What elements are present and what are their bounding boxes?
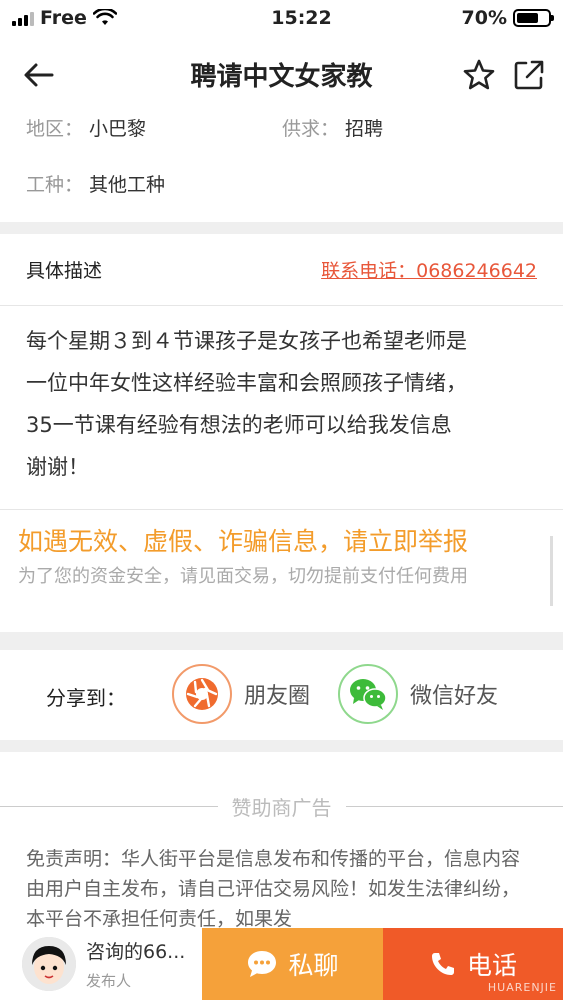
chat-bubble-icon xyxy=(248,951,277,977)
carrier-label: Free xyxy=(40,7,87,29)
share-wechat-button[interactable]: 微信好友 xyxy=(338,664,498,724)
status-right: 70% xyxy=(431,7,554,29)
status-time: 15:22 xyxy=(271,7,332,29)
publisher-name: 咨询的66... xyxy=(86,941,186,963)
disclaimer-text: 免责声明：华人街平台是信息发布和传播的平台，信息内容由用户自主发布，请自己评估交… xyxy=(26,848,521,928)
divider-line xyxy=(345,806,563,807)
publisher-text: 咨询的66... 发布人 xyxy=(86,937,185,991)
scroll-indicator xyxy=(550,536,553,606)
description-body: 每个星期３到４节课孩子是女孩子也希望老师是 一位中年女性这样经验丰富和会照顾孩子… xyxy=(0,306,563,510)
share-card: 分享到： 朋友圈 微信好友 xyxy=(0,650,563,740)
description-line: 35一节课有经验有想法的老师可以给我发信息 xyxy=(26,413,452,437)
share-label: 分享到： xyxy=(46,686,126,710)
moments-icon xyxy=(172,664,232,724)
report-warning[interactable]: 如遇无效、虚假、诈骗信息，请立即举报 为了您的资金安全，请见面交易，切勿提前支付… xyxy=(0,510,563,606)
phone-icon xyxy=(431,953,454,975)
star-icon[interactable] xyxy=(462,58,496,92)
info-card: 地区： 小巴黎 供求： 招聘 工种： 其他工种 xyxy=(0,112,563,222)
description-card: 具体描述 联系电话：0686246642 每个星期３到４节课孩子是女孩子也希望老… xyxy=(0,234,563,632)
publisher-info[interactable]: 咨询的66... 发布人 xyxy=(0,928,202,1000)
phone-call-label: 电话 xyxy=(466,951,517,980)
battery-icon xyxy=(513,9,554,27)
wechat-icon xyxy=(338,664,398,724)
wifi-icon xyxy=(92,9,117,25)
sponsor-label: 赞助商广告 xyxy=(231,796,332,820)
publisher-role: 发布人 xyxy=(86,972,132,990)
bottom-action-bar: 咨询的66... 发布人 私聊 电话 HUARENJIE xyxy=(0,928,563,1000)
description-header: 具体描述 联系电话：0686246642 xyxy=(0,234,563,306)
share-moments-button[interactable]: 朋友圈 xyxy=(172,664,310,724)
region-row: 地区： 小巴黎 xyxy=(26,114,146,141)
contact-phone-link[interactable]: 联系电话：0686246642 xyxy=(321,256,537,283)
private-chat-button[interactable]: 私聊 xyxy=(202,928,383,1000)
battery-percent: 70% xyxy=(461,7,507,29)
region-value: 小巴黎 xyxy=(89,118,147,140)
description-line: 每个星期３到４节课孩子是女孩子也希望老师是 xyxy=(26,329,467,353)
status-left: Free xyxy=(12,7,212,29)
share-out-icon[interactable] xyxy=(512,58,546,92)
nav-bar: 聘请中文女家教 xyxy=(0,36,563,112)
type-row: 工种： 其他工种 xyxy=(26,170,165,197)
sponsor-divider: 赞助商广告 xyxy=(0,792,563,821)
report-warning-title[interactable]: 如遇无效、虚假、诈骗信息，请立即举报 xyxy=(18,524,545,560)
description-title: 具体描述 xyxy=(26,260,103,282)
supply-row: 供求： 招聘 xyxy=(282,114,383,141)
supply-label: 供求： xyxy=(282,118,340,140)
share-wechat-label: 微信好友 xyxy=(410,684,499,709)
description-line: 一位中年女性这样经验丰富和会照顾孩子情绪， xyxy=(26,371,467,395)
status-bar: Free 15:22 70% xyxy=(0,0,563,36)
description-line: 谢谢！ xyxy=(26,455,89,479)
supply-value: 招聘 xyxy=(345,118,384,140)
phone-call-button[interactable]: 电话 HUARENJIE xyxy=(383,928,563,1000)
sponsor-card: 赞助商广告 免责声明：华人街平台是信息发布和传播的平台，信息内容由用户自主发布，… xyxy=(0,752,563,928)
region-label: 地区： xyxy=(26,118,84,140)
avatar[interactable] xyxy=(22,937,76,991)
divider-line xyxy=(0,806,218,807)
back-arrow-icon[interactable] xyxy=(22,58,56,92)
signal-icon xyxy=(12,10,34,26)
watermark-logo: HUARENJIE xyxy=(487,981,557,994)
type-label: 工种： xyxy=(26,174,84,196)
type-value: 其他工种 xyxy=(89,174,166,196)
share-moments-label: 朋友圈 xyxy=(244,684,311,709)
report-warning-subtitle: 为了您的资金安全，请见面交易，切勿提前支付任何费用 xyxy=(18,566,468,587)
private-chat-label: 私聊 xyxy=(288,951,339,980)
